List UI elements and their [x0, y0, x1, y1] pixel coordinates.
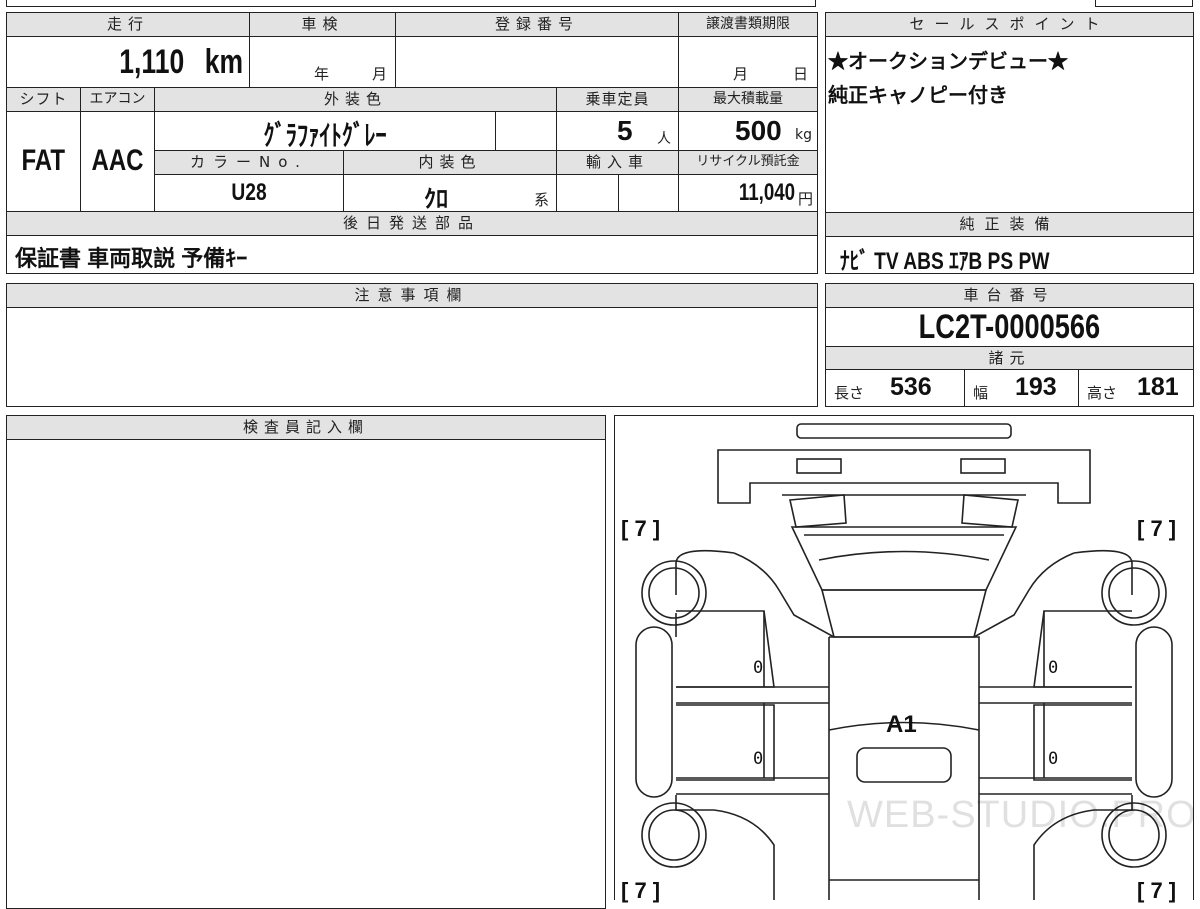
- notes-header: 注意事項欄: [6, 283, 818, 308]
- inspector-section: 検査員記入欄: [6, 415, 606, 909]
- mileage-header: 走行: [6, 12, 250, 37]
- inspector-header: 検査員記入欄: [6, 415, 606, 440]
- later-parts-value: 保証書 車両取説 予備ｷｰ: [15, 246, 248, 271]
- chassis-header: 車台番号: [825, 283, 1194, 308]
- specs-header: 諸元: [825, 346, 1194, 370]
- shift-cell: FAT: [6, 111, 81, 212]
- transfer-month-unit: 月: [733, 65, 749, 83]
- registration-header: 登録番号: [395, 12, 679, 37]
- capacity-header: 乗車定員: [556, 87, 679, 112]
- exterior-color-extra-cell: [495, 111, 557, 151]
- transfer-deadline-header: 譲渡書類期限: [678, 12, 818, 37]
- later-parts-cell: 保証書 車両取説 予備ｷｰ: [6, 235, 818, 274]
- top-strip: [0, 0, 1200, 7]
- later-parts-header: 後日発送部品: [6, 211, 818, 236]
- chassis-section: 車台番号 LC2T-0000566 諸元 長さ 536 幅 193 高さ 181: [825, 283, 1194, 407]
- specs-width-cell: 幅 193: [964, 369, 1079, 407]
- notes-section: 注意事項欄: [6, 283, 818, 407]
- import-cell-a: [556, 174, 619, 212]
- sales-point-line-2: 純正キャノピー付き: [828, 85, 1008, 107]
- panel-mark-rear-left: 0: [753, 749, 764, 769]
- specs-height-value: 181: [1137, 373, 1179, 401]
- inspector-body: [6, 439, 606, 909]
- standard-equipment-value: ﾅﾋﾞ TV ABS ｴｱB PS PW: [840, 248, 1050, 275]
- panel-mark-front-left: 0: [753, 658, 764, 678]
- recycle-value: 11,040: [738, 179, 795, 206]
- import-cell-b: [618, 174, 679, 212]
- recycle-unit: 円: [797, 190, 813, 208]
- corner-marker-front-right: [ 7 ]: [1137, 516, 1177, 541]
- interior-color-cell: ｸﾛ 系: [343, 174, 557, 213]
- color-no-header: カラーNo.: [154, 150, 344, 175]
- transfer-deadline-cell: 月 日: [678, 36, 818, 88]
- exterior-color-cell: ｸﾞﾗﾌｧｲﾄｸﾞﾚｰ: [154, 111, 496, 151]
- exterior-color-header: 外装色: [154, 87, 557, 112]
- specs-length-label: 長さ: [834, 384, 865, 402]
- shaken-year-unit: 年: [314, 65, 330, 83]
- specs-width-label: 幅: [973, 384, 989, 402]
- transfer-day-unit: 日: [793, 65, 809, 83]
- specs-height-cell: 高さ 181: [1078, 369, 1194, 407]
- notes-body: [6, 307, 818, 407]
- vehicle-info-table: 走行 車検 登録番号 譲渡書類期限 1,110 km 年 月 月 日 シフト エ…: [6, 12, 818, 274]
- shaken-header: 車検: [249, 12, 396, 37]
- max-load-cell: 500 kg: [678, 111, 818, 151]
- capacity-value: 5: [617, 115, 633, 146]
- recycle-cell: 11,040 円: [678, 174, 818, 212]
- max-load-value: 500: [735, 115, 782, 146]
- specs-length-cell: 長さ 536: [825, 369, 965, 407]
- max-load-unit: kg: [795, 127, 812, 143]
- color-no-value: U28: [231, 179, 267, 206]
- aircon-value: AAC: [91, 144, 144, 177]
- corner-marker-rear-left: [ 7 ]: [621, 878, 661, 903]
- chassis-cell: LC2T-0000566: [825, 307, 1194, 347]
- sales-point-section: セールスポイント ★オークションデビュー★ 純正キャノピー付き 純正装備 ﾅﾋﾞ…: [825, 12, 1194, 275]
- standard-equipment-header: 純正装備: [825, 212, 1194, 237]
- shaken-month-unit: 月: [372, 65, 388, 83]
- specs-width-value: 193: [1015, 373, 1057, 401]
- exterior-color-value: ｸﾞﾗﾌｧｲﾄｸﾞﾚｰ: [263, 120, 387, 151]
- color-no-cell: U28: [154, 174, 344, 212]
- sales-point-body: ★オークションデビュー★ 純正キャノピー付き: [825, 36, 1194, 213]
- watermark: WEB-STUDIO.PRO: [847, 794, 1197, 836]
- panel-mark-front-right: 0: [1048, 658, 1059, 678]
- shift-header: シフト: [6, 87, 81, 112]
- mileage-cell: 1,110 km: [6, 36, 250, 88]
- mileage-value: 1,110: [119, 43, 185, 81]
- car-diagram: [ 7 ] [ 7 ] [ 7 ] [ 7 ] 0 0 0 0 A1 WEB-S…: [614, 415, 1197, 903]
- shift-value: FAT: [21, 144, 66, 177]
- standard-equipment-cell: ﾅﾋﾞ TV ABS ｴｱB PS PW: [825, 236, 1194, 275]
- capacity-cell: 5 人: [556, 111, 679, 151]
- interior-color-header: 内装色: [343, 150, 557, 175]
- interior-color-suffix: 系: [534, 191, 550, 209]
- capacity-unit: 人: [657, 131, 671, 147]
- shaken-cell: 年 月: [249, 36, 396, 88]
- panel-mark-rear-right: 0: [1048, 749, 1059, 769]
- import-header: 輸入車: [556, 150, 679, 175]
- specs-height-label: 高さ: [1087, 384, 1118, 402]
- aircon-cell: AAC: [80, 111, 155, 212]
- corner-marker-front-left: [ 7 ]: [621, 516, 661, 541]
- aircon-header: エアコン: [80, 87, 155, 112]
- recycle-header: リサイクル預託金: [678, 150, 818, 175]
- corner-marker-rear-right: [ 7 ]: [1137, 878, 1177, 903]
- specs-length-value: 536: [890, 373, 932, 401]
- sales-point-header: セールスポイント: [825, 12, 1194, 37]
- registration-cell: [395, 36, 679, 88]
- sales-point-line-1: ★オークションデビュー★: [828, 51, 1068, 73]
- damage-code: A1: [886, 711, 917, 738]
- interior-color-value: ｸﾛ: [424, 186, 448, 213]
- chassis-value: LC2T-0000566: [918, 308, 1101, 346]
- mileage-unit: km: [204, 43, 243, 81]
- max-load-header: 最大積載量: [678, 87, 818, 112]
